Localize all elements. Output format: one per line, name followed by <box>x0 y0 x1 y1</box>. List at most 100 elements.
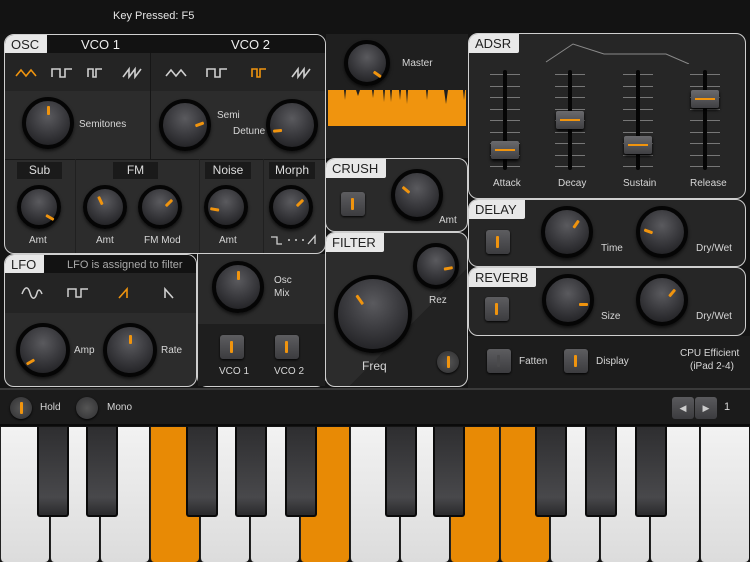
lfo-amp-label: Amp <box>74 345 95 356</box>
octave-down-button[interactable]: ◀ <box>672 397 694 419</box>
vco2-detune-knob[interactable] <box>266 99 318 151</box>
reverb-tab: REVERB <box>469 268 537 287</box>
black-key-F-sharp[interactable] <box>535 427 567 517</box>
crush-amt-label: Amt <box>439 215 457 226</box>
fm-amt-knob[interactable] <box>83 185 127 229</box>
sub-header: Sub <box>17 162 62 179</box>
black-key-D-sharp[interactable] <box>86 427 118 517</box>
vco2-pulse-wave-icon[interactable] <box>249 66 271 80</box>
vco1-pulse-wave-icon[interactable] <box>85 66 107 80</box>
vco2-semi-knob[interactable] <box>159 99 211 151</box>
lfo-tab: LFO <box>5 255 45 274</box>
reverb-drywet-knob[interactable] <box>636 274 688 326</box>
envelope-curve-display <box>545 43 690 64</box>
vco1-toggle-label: VCO 1 <box>219 366 250 377</box>
black-key-G-sharp[interactable] <box>585 427 617 517</box>
divider <box>5 159 325 160</box>
release-label: Release <box>690 178 727 189</box>
decay-label: Decay <box>558 178 587 189</box>
decay-slider-handle[interactable] <box>556 110 584 129</box>
filter-freq-knob[interactable] <box>334 275 412 353</box>
hold-toggle-button[interactable] <box>10 397 32 419</box>
white-key-C[interactable] <box>700 427 749 562</box>
display-toggle-button[interactable] <box>564 349 588 373</box>
vco1-header: VCO 1 <box>81 37 121 52</box>
osc-header-bar <box>5 35 325 53</box>
black-key-G-sharp[interactable] <box>235 427 267 517</box>
vco1-square-wave-icon[interactable] <box>51 66 73 80</box>
lfo-rate-label: Rate <box>161 345 183 356</box>
lfo-ramp-up-wave-icon[interactable] <box>115 286 137 300</box>
fm-header: FM <box>113 162 158 179</box>
delay-toggle-button[interactable] <box>486 230 510 254</box>
vco-divider <box>150 53 151 159</box>
black-key-A-sharp[interactable] <box>635 427 667 517</box>
black-key-A-sharp[interactable] <box>285 427 317 517</box>
black-key-F-sharp[interactable] <box>186 427 218 517</box>
keyboard-toolbar: Hold Mono ◀ ▶ 1 <box>0 388 750 426</box>
octave-up-button[interactable]: ▶ <box>695 397 717 419</box>
lfo-sine-wave-icon[interactable] <box>21 286 43 300</box>
master-label: Master <box>402 58 433 69</box>
vco1-triangle-wave-icon[interactable] <box>15 66 37 80</box>
vco2-square-wave-icon[interactable] <box>206 66 228 80</box>
delay-drywet-label: Dry/Wet <box>696 243 732 254</box>
sustain-slider-track[interactable] <box>636 70 640 170</box>
vco2-saw-wave-icon[interactable] <box>290 66 312 80</box>
vco2-header: VCO 2 <box>231 37 271 52</box>
lfo-rate-knob[interactable] <box>103 323 157 377</box>
vco1-saw-wave-icon[interactable] <box>121 66 143 80</box>
vco2-triangle-wave-icon[interactable] <box>165 66 187 80</box>
black-key-C-sharp[interactable] <box>385 427 417 517</box>
waveform-display <box>328 90 466 126</box>
noise-amt-knob[interactable] <box>204 185 248 229</box>
crush-amt-knob[interactable] <box>391 169 443 221</box>
fm-mod-knob[interactable] <box>138 185 182 229</box>
morph-header: Morph <box>269 162 315 179</box>
vco1-toggle-button[interactable] <box>220 335 244 359</box>
delay-drywet-knob[interactable] <box>636 206 688 258</box>
lfo-ramp-down-wave-icon[interactable] <box>159 286 181 300</box>
fatten-toggle-button[interactable] <box>487 349 511 373</box>
release-slider-handle[interactable] <box>691 90 719 109</box>
vco2-toggle-button[interactable] <box>275 335 299 359</box>
vco1-semitones-knob[interactable] <box>22 97 74 149</box>
filter-panel: FILTER Freq Rez <box>325 232 468 387</box>
reverb-size-knob[interactable] <box>542 274 594 326</box>
filter-freq-label: Freq <box>362 359 387 373</box>
filter-toggle-button[interactable] <box>437 351 459 373</box>
attack-slider-handle[interactable] <box>491 141 519 160</box>
crush-toggle-button[interactable] <box>341 192 365 216</box>
sustain-label: Sustain <box>623 178 657 189</box>
master-knob[interactable] <box>344 40 390 86</box>
release-slider-track[interactable] <box>703 70 707 170</box>
osc-tab: OSC <box>5 35 48 54</box>
adsr-panel: ADSR Attack Decay Sustain Release <box>468 33 746 199</box>
lfo-amp-knob[interactable] <box>16 323 70 377</box>
divider <box>263 159 264 253</box>
sub-amt-label: Amt <box>29 235 47 246</box>
cpu-efficient-label: CPU Efficient <box>680 348 740 359</box>
sustain-slider-handle[interactable] <box>624 135 652 154</box>
semitones-label: Semitones <box>79 119 127 130</box>
display-label: Display <box>596 356 629 367</box>
black-key-D-sharp[interactable] <box>433 427 465 517</box>
osc-mix-knob[interactable] <box>212 261 264 313</box>
octave-number: 1 <box>724 401 731 413</box>
master-section: Master <box>326 34 468 158</box>
mono-label: Mono <box>107 402 133 413</box>
scope-bottom <box>326 126 468 158</box>
delay-time-label: Time <box>601 243 623 254</box>
black-key-C-sharp[interactable] <box>37 427 69 517</box>
sub-amt-knob[interactable] <box>17 185 61 229</box>
reverb-panel: REVERB Size Dry/Wet <box>468 267 746 336</box>
delay-time-knob[interactable] <box>541 206 593 258</box>
semi-label: Semi <box>217 110 240 121</box>
morph-knob[interactable] <box>269 185 313 229</box>
filter-rez-knob[interactable] <box>413 243 459 289</box>
mono-toggle-button[interactable] <box>76 397 98 419</box>
reverb-toggle-button[interactable] <box>485 297 509 321</box>
lfo-status: LFO is assigned to filter <box>67 259 183 271</box>
hold-label: Hold <box>40 402 61 413</box>
lfo-square-wave-icon[interactable] <box>67 286 89 300</box>
